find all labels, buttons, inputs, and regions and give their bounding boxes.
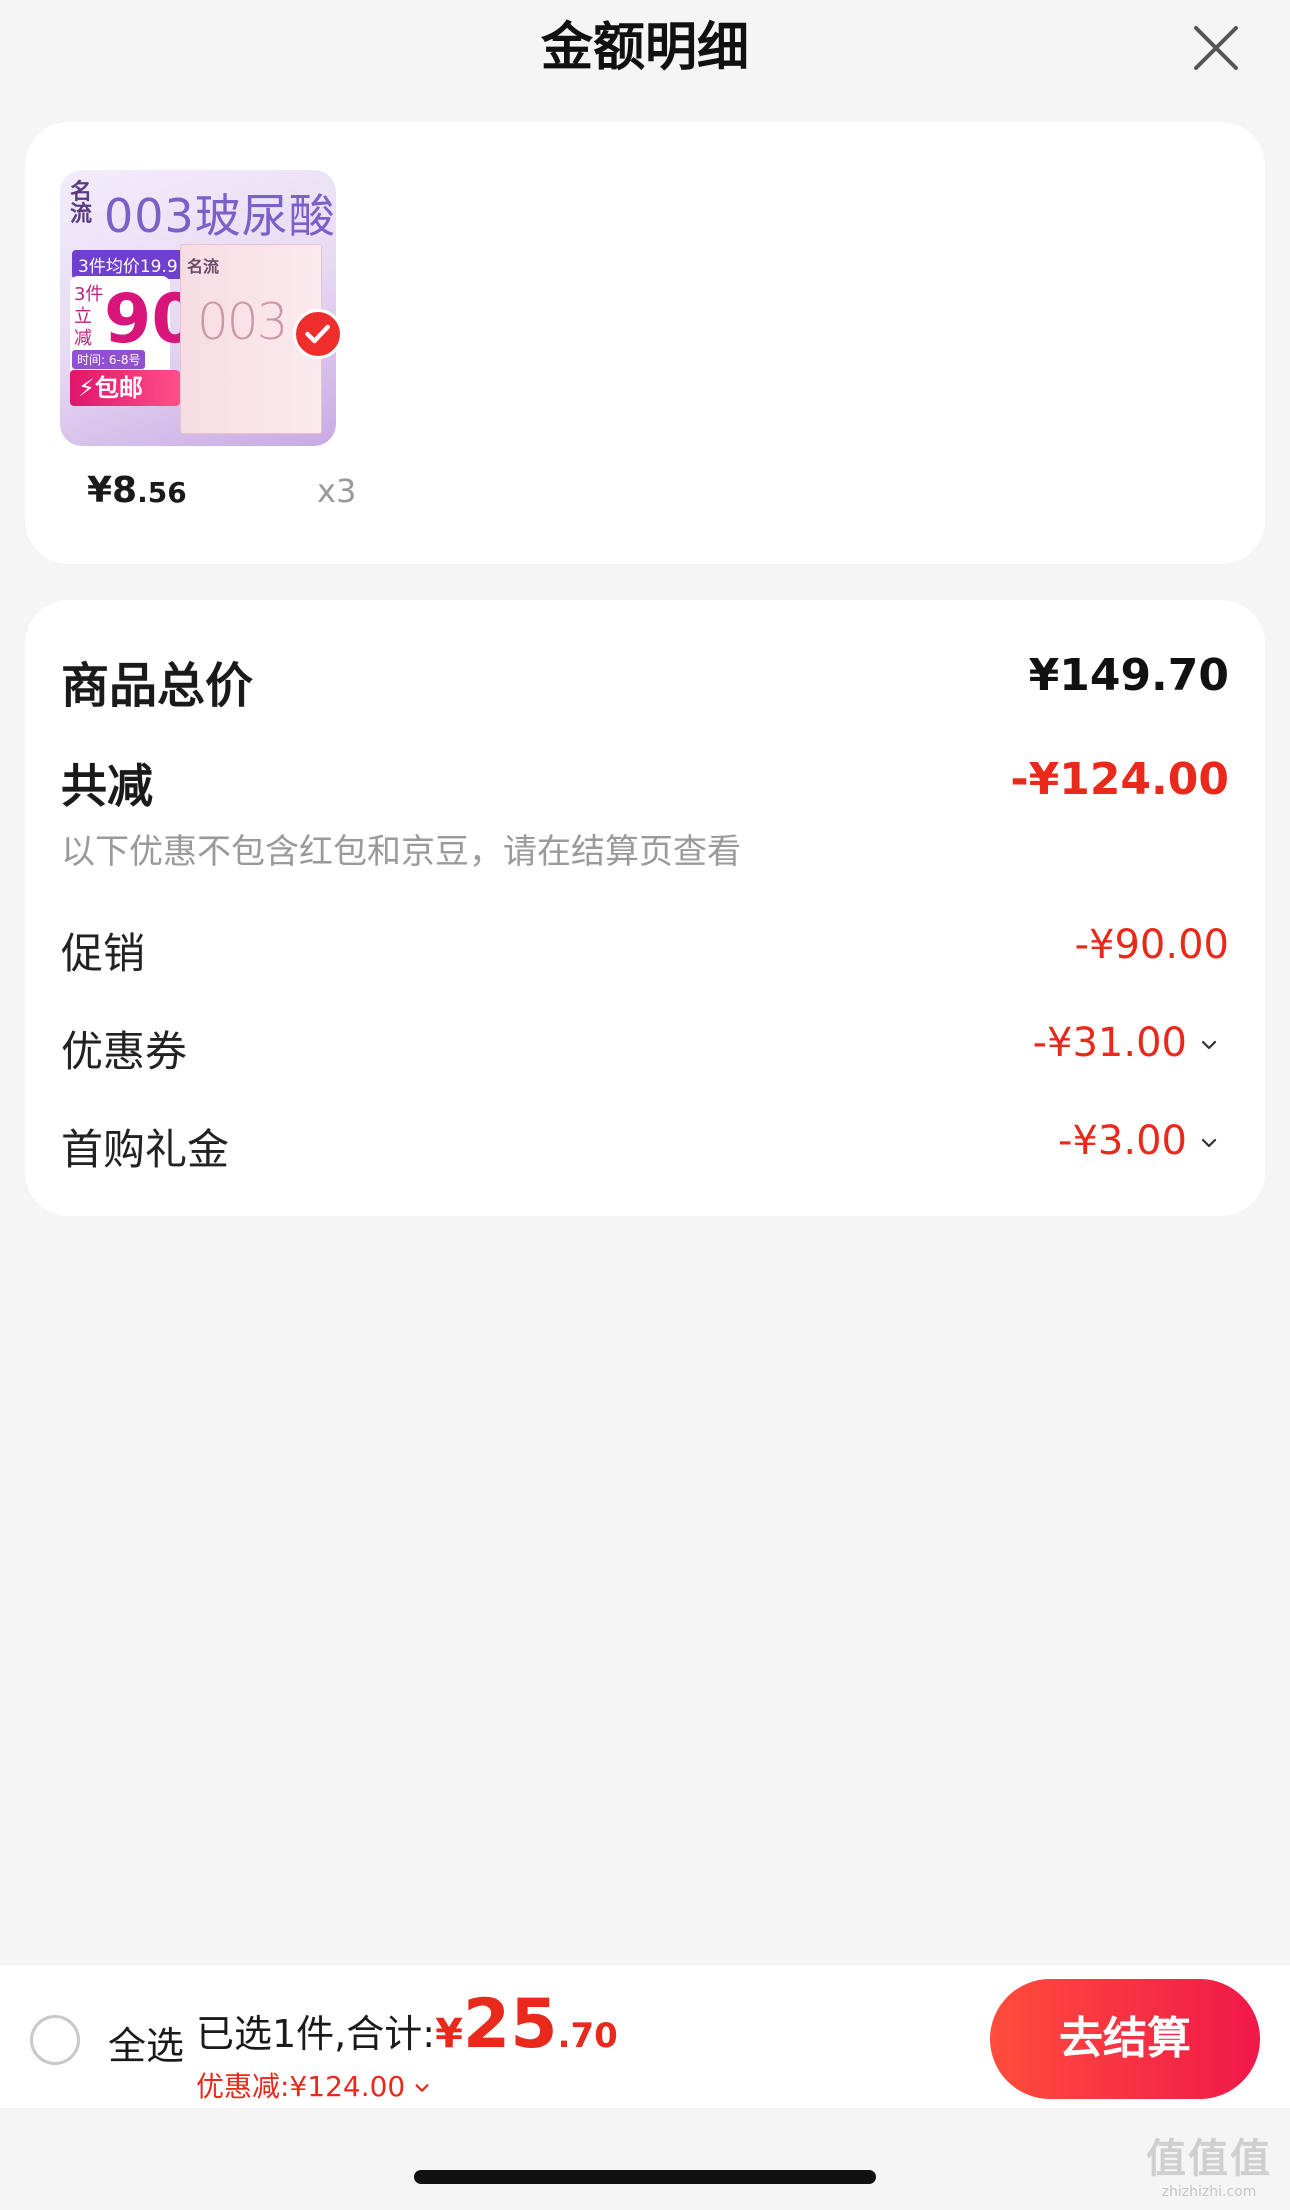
close-icon[interactable] (1188, 20, 1244, 76)
total-integer: 25 (462, 1985, 558, 2064)
select-all-radio[interactable] (30, 2015, 80, 2065)
product-card: 名流 003玻尿酸 3件均价19.9 3件立减 90 时间: 6-8号 ⚡包邮 … (25, 122, 1265, 564)
thumbnail-promo-shipping: ⚡包邮 (70, 370, 180, 406)
thumbnail-title: 003玻尿酸 (104, 189, 336, 243)
thumbnail-shipping-label: 包邮 (94, 374, 143, 402)
promo-value: -¥90.00 (1074, 922, 1229, 968)
discount-note: 以下优惠不包含红包和京豆，请在结算页查看 (25, 824, 1265, 872)
chevron-down-icon[interactable] (413, 2079, 431, 2097)
watermark-url: zhizhizhi.com (1161, 2184, 1257, 2200)
watermark: 值值值 zhizhizhi.com (1134, 2126, 1284, 2200)
summary-card: 商品总价 ¥149.70 共减 -¥124.00 以下优惠不包含红包和京豆，请在… (25, 600, 1265, 1216)
discount-label: 共减 (61, 759, 153, 813)
coupon-value-wrap[interactable]: -¥31.00 (1033, 1020, 1219, 1066)
chevron-down-icon[interactable] (1199, 1133, 1219, 1153)
thumbnail-brand: 名流 (70, 180, 93, 227)
total-value: ¥149.70 (1028, 650, 1229, 701)
chevron-down-icon[interactable] (1199, 1035, 1219, 1055)
savings-toggle[interactable]: 优惠减:¥124.00 (196, 2065, 431, 2105)
thumbnail-promo-text: 3件立减 (74, 284, 104, 349)
thumbnail-box-brand: 名流 (187, 257, 220, 276)
thumbnail-promo-tag: 3件均价19.9 (72, 250, 184, 279)
checkout-bar: 全选 已选1件,合计:¥25.70 优惠减:¥124.00 去结算 (0, 1964, 1290, 2108)
savings-text: 优惠减:¥124.00 (196, 2070, 406, 2103)
discount-row: 共减 -¥124.00 (25, 750, 1265, 813)
total-label: 商品总价 (61, 658, 254, 714)
product-thumbnail[interactable]: 名流 003玻尿酸 3件均价19.9 3件立减 90 时间: 6-8号 ⚡包邮 … (60, 170, 336, 446)
watermark-logo: 值值值 (1146, 2136, 1272, 2182)
price-cents: .56 (137, 476, 187, 509)
product-quantity: x3 (317, 472, 357, 510)
gift-label: 首购礼金 (61, 1125, 230, 1174)
coupon-row[interactable]: 优惠券 -¥31.00 (25, 1018, 1265, 1078)
header: 金额明细 (0, 0, 1290, 100)
gift-row[interactable]: 首购礼金 -¥3.00 (25, 1116, 1265, 1176)
gift-value: -¥3.00 (1058, 1118, 1187, 1164)
thumbnail-box-number: 003 (197, 293, 288, 351)
page-title: 金额明细 (540, 18, 749, 78)
gift-value-wrap[interactable]: -¥3.00 (1058, 1118, 1219, 1164)
order-summary: 已选1件,合计:¥25.70 (196, 1985, 618, 2064)
checkout-button[interactable]: 去结算 (990, 1979, 1260, 2099)
total-row: 商品总价 ¥149.70 (25, 642, 1265, 714)
promo-row: 促销 -¥90.00 (25, 920, 1265, 980)
select-all-label[interactable]: 全选 (108, 2015, 184, 2070)
promo-label: 促销 (61, 929, 146, 978)
home-indicator[interactable] (414, 2170, 876, 2184)
selected-count-text: 已选1件,合计: (196, 2012, 436, 2056)
discount-note-text: 以下优惠不包含红包和京豆，请在结算页查看 (61, 832, 741, 872)
price-main: ¥8 (87, 470, 138, 511)
thumbnail-promo-date: 时间: 6-8号 (72, 350, 146, 369)
total-decimal: .70 (557, 2016, 618, 2056)
discount-value: -¥124.00 (1010, 754, 1229, 805)
total-currency: ¥ (435, 2011, 463, 2057)
coupon-label: 优惠券 (61, 1027, 188, 1076)
product-price: ¥8.56 (87, 470, 187, 511)
checkmark-icon[interactable] (293, 309, 343, 359)
coupon-value: -¥31.00 (1032, 1020, 1187, 1066)
